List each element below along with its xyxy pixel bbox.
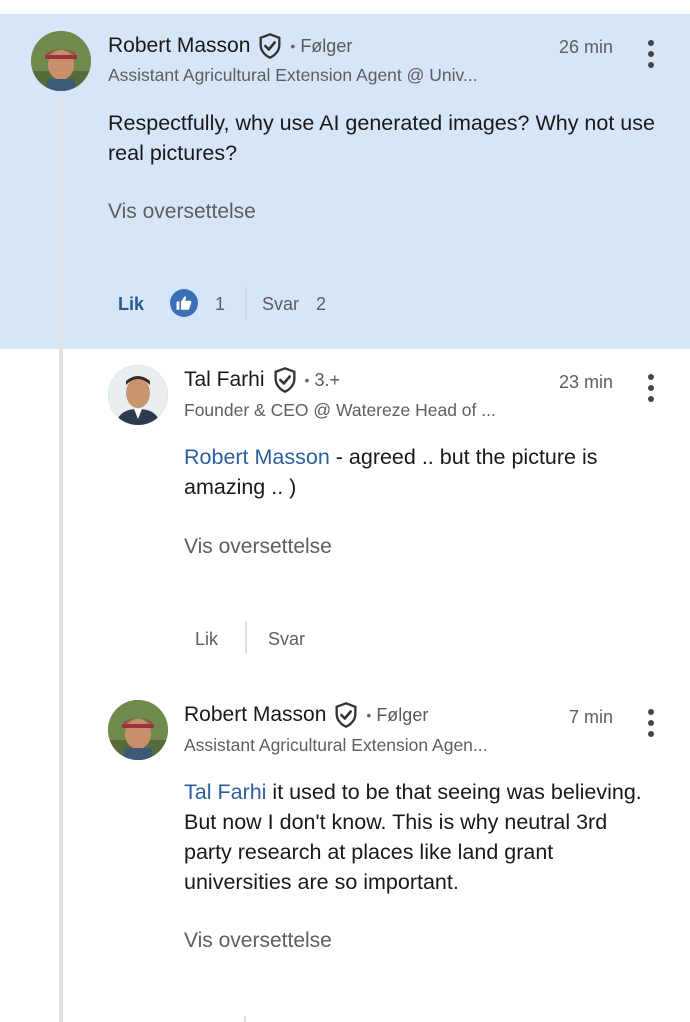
author-name[interactable]: Tal Farhi: [184, 368, 265, 392]
thread-line-stub: [244, 1016, 246, 1022]
author-name[interactable]: Robert Masson: [184, 703, 326, 727]
like-count: 1: [215, 294, 226, 314]
mention-link[interactable]: Robert Masson: [184, 445, 330, 469]
comment-text: Tal Farhi it used to be that seeing was …: [184, 777, 654, 897]
thread-line: [59, 100, 63, 1022]
comment-time: 23 min: [558, 372, 613, 392]
reply-button[interactable]: Svar: [262, 294, 299, 315]
shield-check-icon: [271, 366, 299, 394]
more-options-icon[interactable]: [646, 709, 656, 737]
author-headline: Assistant Agricultural Extension Agen...: [184, 735, 488, 755]
mention-link[interactable]: Tal Farhi: [184, 780, 266, 804]
like-button[interactable]: Lik: [195, 629, 218, 650]
more-options-icon[interactable]: [646, 40, 656, 68]
reply-button[interactable]: Svar: [268, 629, 305, 650]
comment-header: Tal Farhi • 3.+: [184, 365, 340, 395]
author-headline: Assistant Agricultural Extension Agent @…: [108, 65, 478, 85]
relation-label: Følger: [300, 35, 353, 56]
shield-check-icon: [332, 701, 360, 729]
like-button[interactable]: Lik: [118, 294, 144, 315]
relation-label: Følger: [376, 704, 429, 725]
avatar-tal-farhi[interactable]: [108, 365, 168, 425]
more-options-icon[interactable]: [646, 374, 656, 402]
reply-count: 2: [316, 294, 327, 314]
translate-link[interactable]: Vis oversettelse: [184, 929, 332, 953]
translate-link[interactable]: Vis oversettelse: [184, 535, 332, 559]
translate-link[interactable]: Vis oversettelse: [108, 200, 256, 224]
shield-check-icon: [256, 32, 284, 60]
connection-degree: 3.+: [314, 369, 340, 390]
author-name[interactable]: Robert Masson: [108, 34, 250, 58]
action-divider: [245, 287, 247, 319]
comment-header: Robert Masson • Følger: [184, 700, 428, 730]
comment-time: 7 min: [568, 707, 613, 727]
top-strip: [0, 0, 690, 14]
thumbs-up-icon[interactable]: [170, 289, 198, 317]
separator-dot: •: [290, 38, 296, 54]
author-headline: Founder & CEO @ Watereze Head of ...: [184, 400, 496, 420]
action-divider: [245, 622, 247, 654]
avatar-robert-masson[interactable]: [31, 31, 91, 91]
comment-header: Robert Masson • Følger: [108, 31, 352, 61]
comment-time: 26 min: [558, 37, 613, 57]
separator-dot: •: [304, 372, 310, 388]
comment-text: Robert Masson - agreed .. but the pictur…: [184, 442, 644, 502]
avatar-robert-masson[interactable]: [108, 700, 168, 760]
comment-text: Respectfully, why use AI generated image…: [108, 111, 655, 165]
separator-dot: •: [366, 707, 372, 723]
